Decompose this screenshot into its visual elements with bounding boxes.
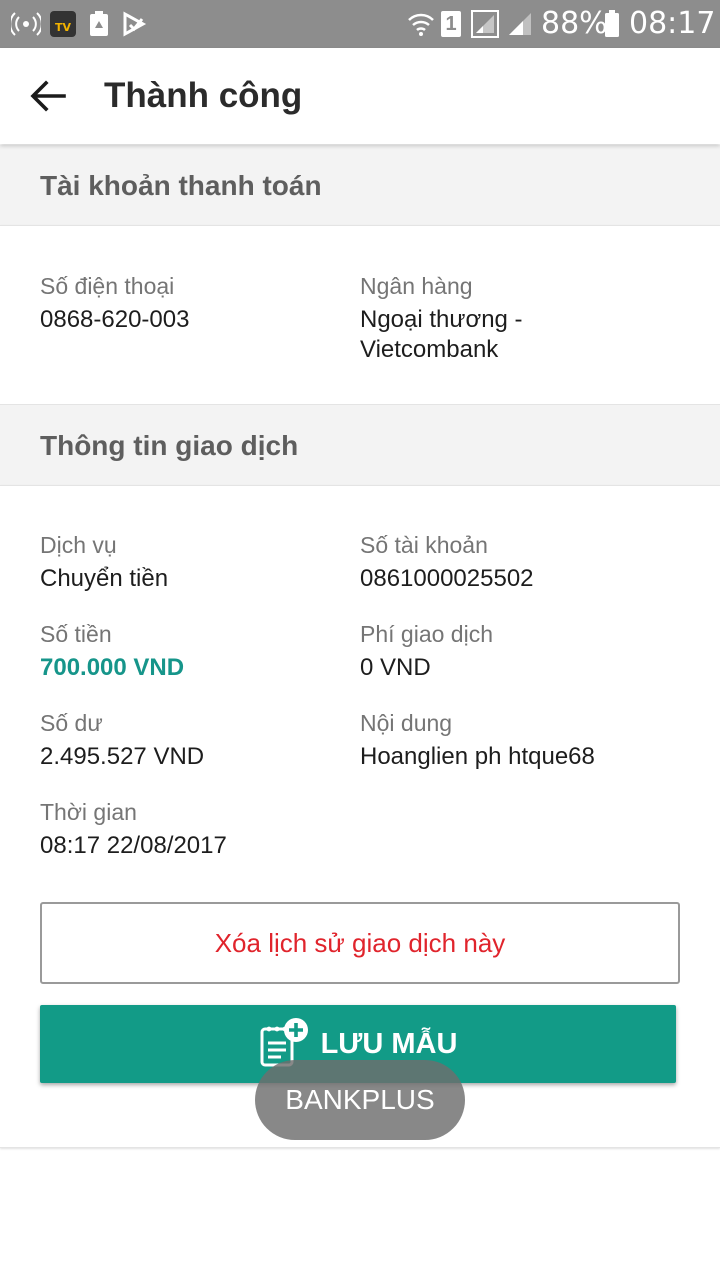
arrow-left-icon	[30, 80, 66, 112]
bank-value-line1: Ngoại thương -	[360, 306, 523, 333]
fee-field: Phí giao dịch 0 VND	[360, 619, 670, 683]
wifi-icon	[406, 0, 436, 48]
account-number-label: Số tài khoản	[360, 532, 488, 558]
time-value: 08:17 22/08/2017	[40, 832, 227, 859]
payment-account-card: Số điện thoại 0868-620-003 Ngân hàng Ngo…	[0, 225, 720, 405]
phone-label: Số điện thoại	[40, 273, 175, 299]
service-label: Dịch vụ	[40, 532, 117, 558]
signal-2-icon	[506, 0, 534, 48]
content-value: Hoanglien ph htque68	[360, 743, 595, 770]
save-template-label: LƯU MẪU	[320, 1027, 458, 1060]
amount-field: Số tiền 700.000 VND	[40, 619, 350, 683]
delete-history-button[interactable]: Xóa lịch sử giao dịch này	[40, 902, 680, 984]
back-button[interactable]	[14, 62, 82, 130]
battery-percent: 88%	[541, 6, 608, 41]
amount-label: Số tiền	[40, 621, 112, 647]
clock: 08:17	[629, 6, 716, 41]
play-store-icon	[120, 0, 148, 48]
delete-history-label: Xóa lịch sử giao dịch này	[214, 927, 506, 958]
section-header-payment-account: Tài khoản thanh toán	[0, 145, 720, 227]
app-bar: Thành công	[0, 48, 720, 144]
balance-value: 2.495.527 VND	[40, 743, 205, 770]
phone-value: 0868-620-003	[40, 306, 190, 333]
bank-label: Ngân hàng	[360, 273, 473, 299]
section-header-transaction-info: Thông tin giao dịch	[0, 405, 720, 487]
phone-field: Số điện thoại 0868-620-003	[40, 271, 350, 335]
bank-field: Ngân hàng Ngoại thương - Vietcombank	[360, 271, 670, 365]
content-label: Nội dung	[360, 710, 453, 736]
content-field: Nội dung Hoanglien ph htque68	[360, 708, 670, 772]
svg-text:TV: TV	[55, 21, 72, 34]
bank-value: Ngoại thương - Vietcombank	[360, 305, 670, 365]
recycle-icon	[86, 0, 112, 48]
account-number-value: 0861000025502	[360, 565, 534, 592]
fee-label: Phí giao dịch	[360, 621, 493, 647]
time-label: Thời gian	[40, 799, 137, 825]
fee-value: 0 VND	[360, 654, 431, 681]
toast-message: BANKPLUS	[255, 1060, 465, 1140]
amount-value: 700.000 VND	[40, 654, 185, 681]
page-title: Thành công	[104, 76, 303, 115]
signal-1-icon	[470, 0, 500, 48]
service-field: Dịch vụ Chuyển tiền	[40, 530, 350, 594]
battery-icon	[603, 0, 621, 48]
balance-field: Số dư 2.495.527 VND	[40, 708, 350, 772]
bank-value-line2: Vietcombank	[360, 336, 499, 363]
sim-slot-number: 1	[441, 11, 461, 37]
status-bar: TV 1 88% 08:17	[0, 0, 720, 48]
wifi-calling-icon	[10, 0, 42, 48]
account-number-field: Số tài khoản 0861000025502	[360, 530, 670, 594]
tv-app-icon: TV	[48, 0, 78, 48]
service-value: Chuyển tiền	[40, 565, 169, 592]
balance-label: Số dư	[40, 710, 103, 736]
time-field: Thời gian 08:17 22/08/2017	[40, 797, 350, 861]
sim-1-icon: 1	[440, 0, 462, 48]
